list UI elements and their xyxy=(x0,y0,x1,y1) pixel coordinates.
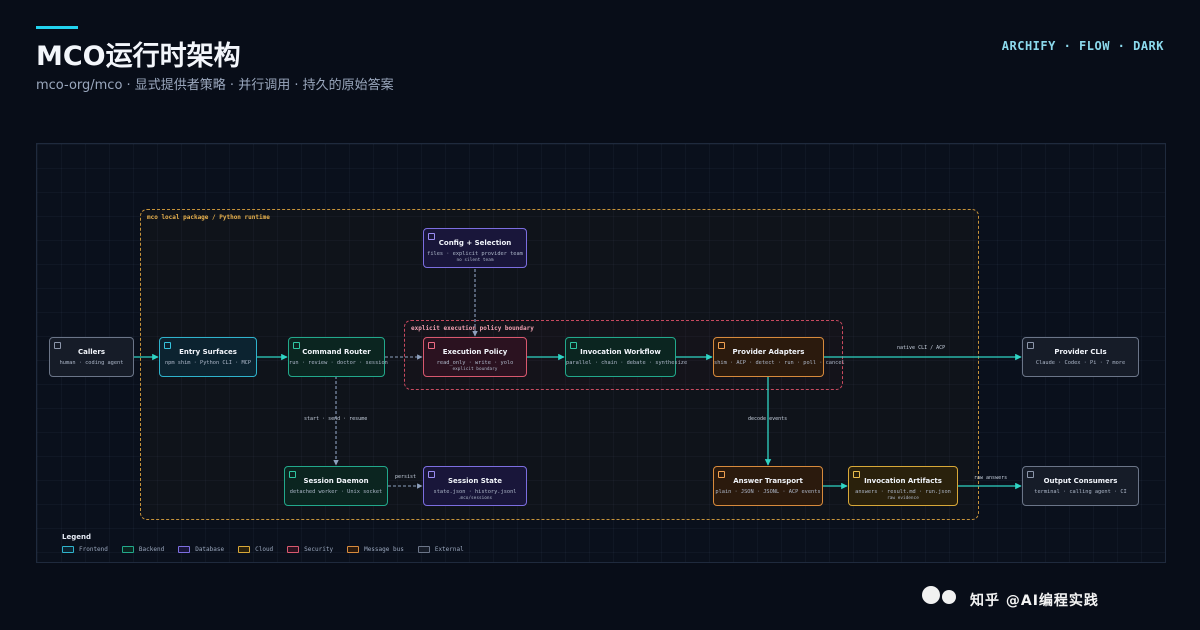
node-invocation-artifacts-icon xyxy=(853,471,860,478)
node-provider-adapters-icon xyxy=(718,342,725,349)
node-invocation-artifacts-sub: answers · result.md · run.json xyxy=(855,489,951,495)
node-callers-sub: human · coding agent xyxy=(59,360,124,366)
legend-swatch-message-bus xyxy=(347,546,360,553)
node-invocation-artifacts-title: Invocation Artifacts xyxy=(864,477,942,485)
node-entry-surfaces-sub: npm shim · Python CLI · MCP xyxy=(164,360,252,366)
node-callers-icon xyxy=(54,342,61,349)
legend-swatch-frontend xyxy=(62,546,74,553)
node-execution-policy-icon xyxy=(428,342,435,349)
legend: Frontend Backend Database Cloud Security… xyxy=(62,546,464,553)
legend-item-message-bus: Message bus xyxy=(347,546,404,553)
node-config-selection-icon xyxy=(428,233,435,240)
node-invocation-workflow-icon xyxy=(570,342,577,349)
node-command-router[interactable]: Command Router run · review · doctor · s… xyxy=(288,337,388,377)
node-execution-policy-note: explicit boundary xyxy=(452,367,498,372)
node-entry-surfaces-title: Entry Surfaces xyxy=(179,348,237,356)
edge-label-decode: decode events xyxy=(748,416,788,422)
node-session-daemon[interactable]: Session Daemon detached worker · Unix so… xyxy=(284,466,388,506)
node-session-daemon-sub: detached worker · Unix socket xyxy=(289,489,383,495)
title-accent-bar xyxy=(36,26,78,29)
brand-tag: ARCHIFY · FLOW · DARK xyxy=(1001,39,1164,53)
node-invocation-workflow-title: Invocation Workflow xyxy=(580,348,661,356)
node-session-daemon-icon xyxy=(289,471,296,478)
node-invocation-artifacts-note: raw evidence xyxy=(887,496,919,501)
node-provider-clis-icon xyxy=(1027,342,1034,349)
legend-title: Legend xyxy=(62,533,91,541)
edge-label-native: native CLI / ACP xyxy=(897,345,946,351)
node-answer-transport-title: Answer Transport xyxy=(733,477,803,485)
edge-label-session: start · send · resume xyxy=(304,416,368,422)
node-provider-clis-sub: Claude · Codex · Pi · 7 more xyxy=(1035,360,1126,366)
node-callers[interactable]: Callers human · coding agent xyxy=(49,337,134,377)
node-output-consumers-sub: terminal · calling agent · CI xyxy=(1034,489,1127,495)
legend-label-external: External xyxy=(434,546,464,553)
node-config-selection-sub: files · explicit provider team xyxy=(427,251,523,257)
node-execution-policy[interactable]: Execution Policy read_only · write · yol… xyxy=(423,337,527,377)
node-command-router-title: Command Router xyxy=(302,348,371,356)
legend-label-security: Security xyxy=(304,546,334,553)
watermark-logo-icon-2 xyxy=(942,590,956,604)
node-provider-adapters-sub: shim · ACP · detect · run · poll · cance… xyxy=(714,360,845,366)
legend-item-database: Database xyxy=(178,546,224,553)
node-config-selection-note: no silent team xyxy=(456,258,494,263)
node-provider-clis-title: Provider CLIs xyxy=(1054,348,1107,356)
legend-item-backend: Backend xyxy=(121,546,165,553)
node-config-selection[interactable]: Config + Selection files · explicit prov… xyxy=(423,228,527,268)
legend-swatch-backend xyxy=(121,546,134,553)
node-execution-policy-title: Execution Policy xyxy=(442,348,508,356)
edge-label-persist: persist xyxy=(395,474,417,480)
node-invocation-workflow-sub: parallel · chain · debate · synthesize xyxy=(566,360,688,366)
node-entry-surfaces[interactable]: Entry Surfaces npm shim · Python CLI · M… xyxy=(159,337,257,377)
node-session-state-sub: state.json · history.jsonl xyxy=(433,489,517,495)
node-session-state-title: Session State xyxy=(448,477,502,485)
node-invocation-artifacts[interactable]: Invocation Artifacts answers · result.md… xyxy=(848,466,958,506)
watermark-text: 知乎 @AI编程实践 xyxy=(970,593,1099,609)
node-config-selection-title: Config + Selection xyxy=(438,239,512,247)
node-invocation-workflow[interactable]: Invocation Workflow parallel · chain · d… xyxy=(565,337,688,377)
legend-item-security: Security xyxy=(287,546,333,553)
node-execution-policy-sub: read_only · write · yolo xyxy=(436,360,514,366)
legend-label-cloud: Cloud xyxy=(255,546,274,553)
node-command-router-sub: run · review · doctor · session xyxy=(289,360,388,366)
node-provider-adapters[interactable]: Provider Adapters shim · ACP · detect · … xyxy=(713,337,845,377)
watermark: 知乎 @AI编程实践 xyxy=(918,582,1188,612)
legend-item-cloud: Cloud xyxy=(238,546,273,553)
legend-item-frontend: Frontend xyxy=(62,546,108,553)
legend-label-backend: Backend xyxy=(138,546,165,553)
node-provider-clis[interactable]: Provider CLIs Claude · Codex · Pi · 7 mo… xyxy=(1022,337,1139,377)
legend-label-message-bus: Message bus xyxy=(364,546,404,553)
edge-label-raw: raw answers xyxy=(974,475,1008,481)
legend-label-database: Database xyxy=(195,546,225,553)
node-output-consumers[interactable]: Output Consumers terminal · calling agen… xyxy=(1022,466,1139,506)
node-session-state-icon xyxy=(428,471,435,478)
legend-label-frontend: Frontend xyxy=(79,546,108,553)
node-answer-transport-sub: plain · JSON · JSONL · ACP events xyxy=(715,489,821,495)
watermark-logo-icon xyxy=(922,586,940,604)
page-subtitle: mco-org/mco · 显式提供者策略 · 并行调用 · 持久的原始答案 xyxy=(36,78,394,93)
node-callers-title: Callers xyxy=(77,348,106,356)
node-answer-transport[interactable]: Answer Transport plain · JSON · JSONL · … xyxy=(713,466,823,506)
legend-swatch-cloud xyxy=(238,546,251,553)
legend-item-external: External xyxy=(417,546,464,553)
page-title: MCO运行时架构 xyxy=(36,41,241,72)
node-session-state[interactable]: Session State state.json · history.jsonl… xyxy=(423,466,527,506)
node-entry-surfaces-icon xyxy=(164,342,171,349)
diagram-canvas: mco local package / Python runtime expli… xyxy=(36,143,1166,563)
legend-swatch-external xyxy=(417,546,430,553)
node-output-consumers-icon xyxy=(1027,471,1034,478)
legend-swatch-database xyxy=(178,546,191,553)
node-session-daemon-title: Session Daemon xyxy=(303,477,369,485)
node-output-consumers-title: Output Consumers xyxy=(1043,477,1118,485)
node-answer-transport-icon xyxy=(718,471,725,478)
legend-swatch-security xyxy=(287,546,300,553)
node-provider-adapters-title: Provider Adapters xyxy=(732,348,805,356)
node-session-state-note: .mco/sessions xyxy=(457,496,493,501)
node-command-router-icon xyxy=(293,342,300,349)
